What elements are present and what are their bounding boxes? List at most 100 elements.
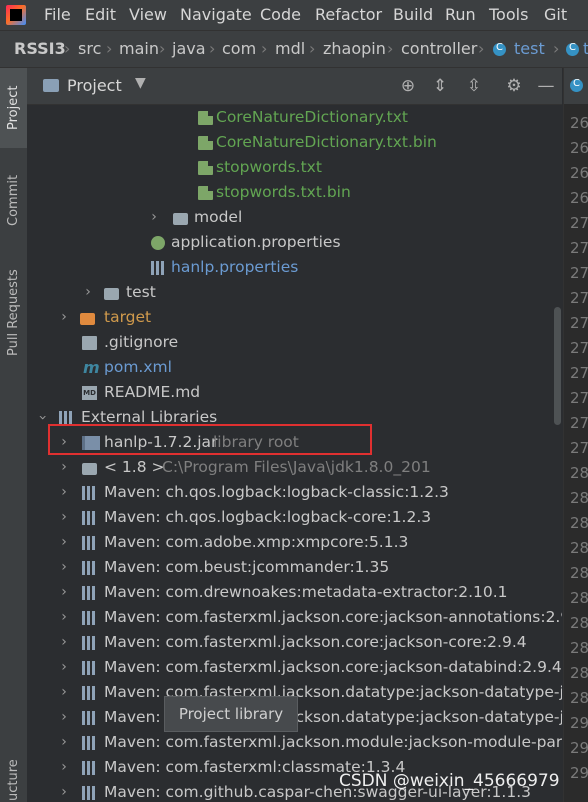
tree-item[interactable]: › Maven: com.fasterxml.jackson.core:jack… — [27, 655, 562, 680]
tree-item[interactable]: › Maven: ch.qos.logback:logback-classic:… — [27, 480, 562, 505]
tree-item[interactable]: application.properties — [27, 230, 562, 255]
line-number: 27 — [570, 439, 588, 457]
java-method-icon — [566, 42, 579, 56]
chevron-right-icon[interactable]: › — [57, 780, 71, 802]
menu-refactor[interactable]: Refactor — [315, 4, 382, 26]
chevron-right-icon[interactable]: › — [57, 305, 71, 330]
tab-pull-requests[interactable]: Pull Requests — [0, 258, 27, 368]
chevron-right-icon[interactable]: › — [57, 605, 71, 630]
menu-git[interactable]: Git — [544, 4, 567, 26]
line-number: 27 — [570, 289, 588, 307]
tree-item[interactable]: › Maven: ch.qos.logback:logback-core:1.2… — [27, 505, 562, 530]
chevron-right-icon: › — [478, 39, 485, 58]
tab-commit[interactable]: Commit — [0, 164, 27, 236]
library-icon — [82, 611, 97, 625]
tab-structure-label: ucture — [6, 759, 21, 801]
tree-item[interactable]: .gitignore — [27, 330, 562, 355]
tree-item[interactable]: › test — [27, 280, 562, 305]
chevron-right-icon[interactable]: › — [81, 280, 95, 305]
menu-build[interactable]: Build — [393, 4, 433, 26]
tree-item[interactable]: hanlp.properties — [27, 255, 562, 280]
chevron-right-icon[interactable]: › — [57, 655, 71, 680]
tree-item[interactable]: CoreNatureDictionary.txt — [27, 105, 562, 130]
tree-item[interactable]: › Maven: com.drewnoakes:metadata-extract… — [27, 580, 562, 605]
library-icon — [82, 711, 97, 725]
breadcrumb-java[interactable]: java — [172, 39, 206, 59]
chevron-down-icon[interactable]: › — [30, 411, 55, 425]
scrollbar-thumb[interactable] — [554, 307, 561, 425]
breadcrumb-main[interactable]: main — [119, 39, 159, 59]
menu-code[interactable]: Code — [260, 4, 301, 26]
breadcrumb: RSSI3 › src › main › java › com › mdl › … — [0, 31, 588, 68]
menu-file[interactable]: File — [44, 4, 71, 26]
line-number: 28 — [570, 539, 588, 557]
tree-item[interactable]: › model — [27, 205, 562, 230]
tree-item[interactable]: › target — [27, 305, 562, 330]
gear-icon[interactable]: ⚙ — [503, 75, 525, 97]
chevron-right-icon[interactable]: › — [57, 480, 71, 505]
tree-item[interactable]: stopwords.txt — [27, 155, 562, 180]
line-number: 28 — [570, 489, 588, 507]
tree-item[interactable]: › Maven: com.beust:jcommander:1.35 — [27, 555, 562, 580]
breadcrumb-com[interactable]: com — [222, 39, 256, 59]
editor-tab[interactable] — [564, 68, 588, 104]
breadcrumb-mdl[interactable]: mdl — [275, 39, 305, 59]
chevron-right-icon[interactable]: › — [57, 555, 71, 580]
line-number: 28 — [570, 639, 588, 657]
chevron-right-icon[interactable]: › — [147, 205, 161, 230]
tool-window-strip: Project Commit Pull Requests ucture — [0, 68, 28, 802]
folder-icon — [173, 213, 188, 225]
line-number: 29 — [570, 714, 588, 732]
library-icon — [82, 486, 97, 500]
chevron-right-icon[interactable]: › — [57, 580, 71, 605]
intellij-logo-icon[interactable] — [6, 5, 26, 25]
tree-item[interactable]: › Maven: com.adobe.xmp:xmpcore:5.1.3 — [27, 530, 562, 555]
tree-item[interactable]: MD README.md — [27, 380, 562, 405]
chevron-right-icon[interactable]: › — [57, 755, 71, 780]
chevron-right-icon[interactable]: › — [57, 505, 71, 530]
breadcrumb-test[interactable]: test — [514, 39, 545, 59]
tab-project[interactable]: Project — [0, 68, 27, 148]
line-number: 29 — [570, 764, 588, 782]
chevron-right-icon[interactable]: › — [57, 680, 71, 705]
library-icon — [82, 686, 97, 700]
tree-item[interactable]: › Maven: com.fasterxml.jackson.module:ja… — [27, 730, 562, 755]
menu-view[interactable]: View — [129, 4, 167, 26]
chevron-right-icon[interactable]: › — [57, 705, 71, 730]
tree-item[interactable]: CoreNatureDictionary.txt.bin — [27, 130, 562, 155]
tree-item[interactable]: › Maven: com.fasterxml.jackson.core:jack… — [27, 605, 562, 630]
scrollbar[interactable] — [552, 105, 562, 802]
line-number: 27 — [570, 339, 588, 357]
line-number: 28 — [570, 464, 588, 482]
chevron-right-icon[interactable]: › — [57, 455, 71, 480]
library-icon — [82, 561, 97, 575]
breadcrumb-controller[interactable]: controller — [401, 39, 477, 59]
line-number: 28 — [570, 664, 588, 682]
locate-icon[interactable]: ⊕ — [397, 75, 419, 97]
menu-run[interactable]: Run — [445, 4, 476, 26]
collapse-all-icon[interactable]: ⇳ — [463, 75, 485, 97]
tree-item[interactable]: › < 1.8 > C:\Program Files\Java\jdk1.8.0… — [27, 455, 562, 480]
chevron-right-icon[interactable]: › — [57, 530, 71, 555]
menu-edit[interactable]: Edit — [85, 4, 116, 26]
minimize-icon[interactable]: — — [535, 75, 557, 97]
java-class-icon — [570, 78, 583, 92]
chevron-right-icon[interactable]: › — [57, 730, 71, 755]
breadcrumb-project[interactable]: RSSI3 — [14, 39, 66, 59]
menu-navigate[interactable]: Navigate — [180, 4, 252, 26]
java-class-icon — [493, 42, 506, 56]
tree-item[interactable]: stopwords.txt.bin — [27, 180, 562, 205]
tab-structure[interactable]: ucture — [0, 758, 27, 802]
breadcrumb-src[interactable]: src — [78, 39, 101, 59]
library-icon — [82, 511, 97, 525]
menu-tools[interactable]: Tools — [489, 4, 528, 26]
tree-item[interactable]: m pom.xml — [27, 355, 562, 380]
expand-all-icon[interactable]: ⇕ — [429, 75, 451, 97]
tree-item[interactable]: › Maven: com.fasterxml.jackson.core:jack… — [27, 630, 562, 655]
dropdown-arrow-icon[interactable]: ▼ — [135, 75, 146, 91]
chevron-right-icon[interactable]: › — [57, 630, 71, 655]
breadcrumb-zhaopin[interactable]: zhaopin — [323, 39, 386, 59]
tab-pull-requests-label: Pull Requests — [6, 269, 21, 357]
panel-title[interactable]: Project — [67, 75, 122, 97]
breadcrumb-method[interactable]: t — [583, 39, 588, 59]
